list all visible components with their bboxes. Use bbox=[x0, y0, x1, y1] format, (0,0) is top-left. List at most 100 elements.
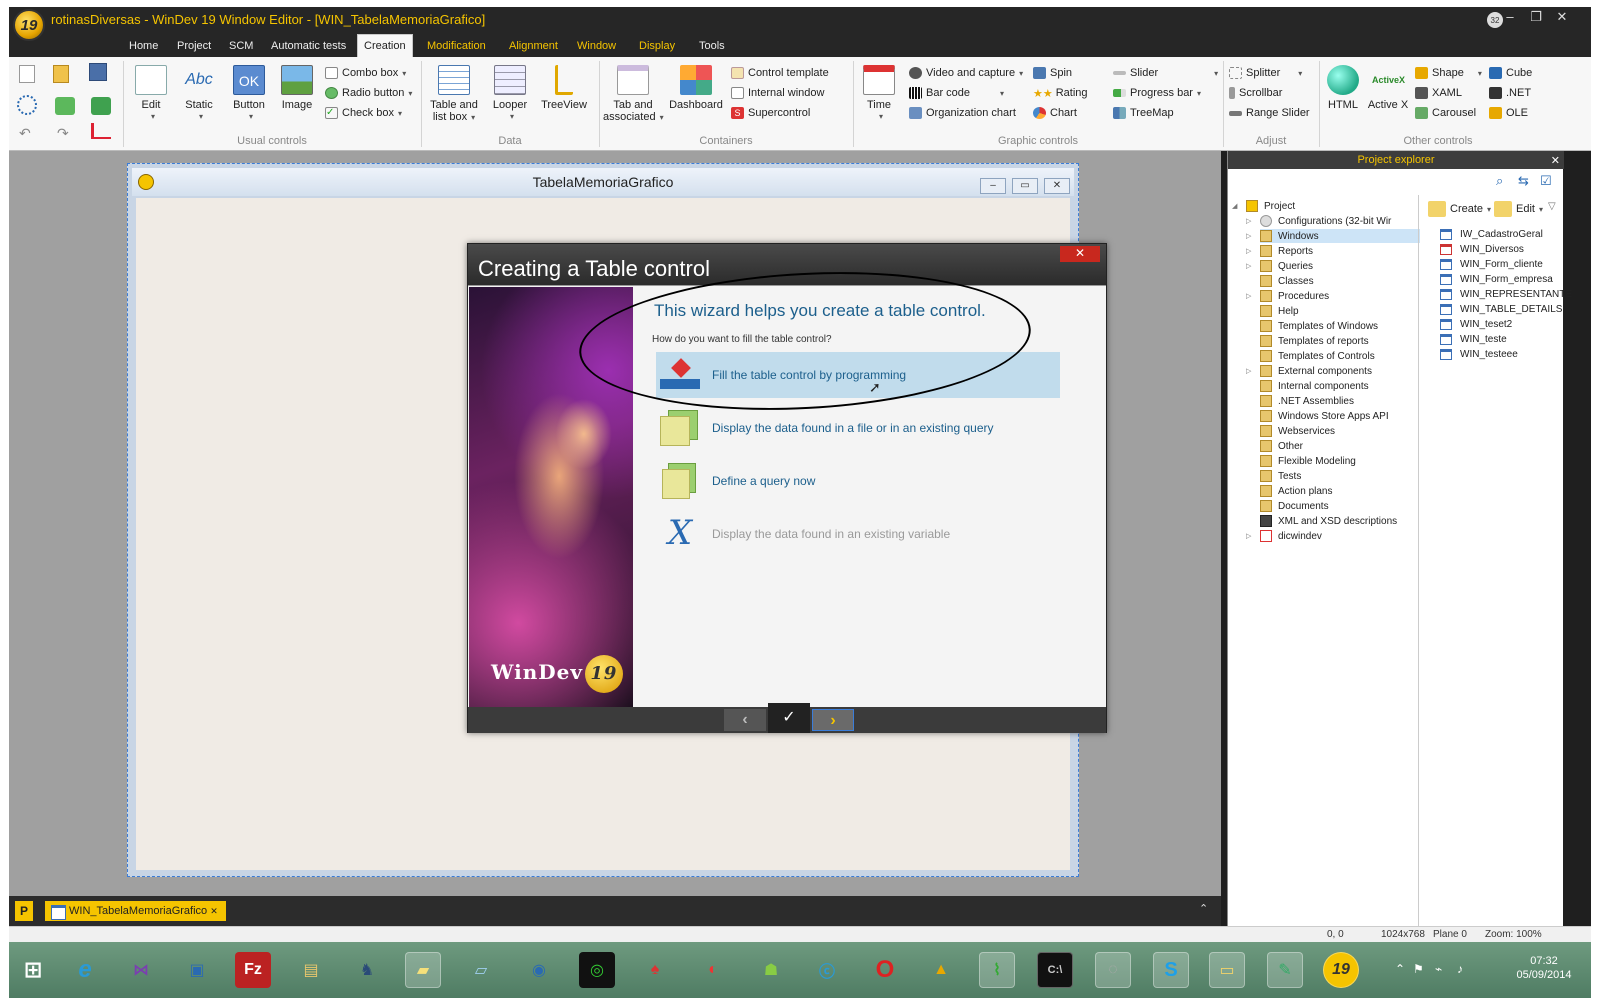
tree-item-configurations[interactable]: ▷ Configurations (32-bit Wir bbox=[1246, 214, 1391, 228]
undo-icon[interactable]: ↶ bbox=[19, 125, 31, 142]
chart-app-icon[interactable]: ⌇ bbox=[979, 952, 1015, 988]
wizard-close-button[interactable]: ✕ bbox=[1060, 246, 1100, 262]
tray-volume-icon[interactable]: ♪ bbox=[1457, 962, 1463, 976]
window-item[interactable]: WIN_Form_empresa bbox=[1440, 272, 1553, 286]
button-control-button[interactable]: OK Button ▾ bbox=[227, 65, 271, 123]
filter-icon[interactable]: ▽ bbox=[1548, 201, 1556, 212]
carousel-button[interactable]: Carousel bbox=[1415, 105, 1476, 121]
window-item[interactable]: WIN_teset2 bbox=[1440, 317, 1512, 331]
tree-item-dicwindev[interactable]: ▷ dicwindev bbox=[1246, 529, 1322, 543]
check-box-button[interactable]: ✓ Check box ▾ bbox=[325, 105, 402, 121]
windev-taskbar-icon[interactable]: 19 bbox=[1323, 952, 1359, 988]
android-icon[interactable]: ☗ bbox=[753, 952, 789, 988]
explorer-edit-button[interactable]: Edit ▾ bbox=[1494, 199, 1543, 219]
tree-icon[interactable] bbox=[91, 123, 111, 139]
command-prompt-icon[interactable]: C:\ bbox=[1037, 952, 1073, 988]
slider-button[interactable]: Slider ▾ bbox=[1113, 65, 1218, 81]
image-control-button[interactable]: Image bbox=[277, 65, 317, 111]
tab-close-icon[interactable]: ✕ bbox=[210, 906, 218, 916]
tree-item-net-assemblies[interactable]: .NET Assemblies bbox=[1260, 394, 1354, 408]
tab-scm[interactable]: SCM bbox=[223, 37, 259, 57]
tab-automatic-tests[interactable]: Automatic tests bbox=[265, 37, 352, 57]
rating-button[interactable]: ★★ Rating bbox=[1033, 85, 1088, 101]
radio-button-button[interactable]: Radio button ▾ bbox=[325, 85, 412, 101]
progress-bar-button[interactable]: Progress bar ▾ bbox=[1113, 85, 1201, 101]
design-maximize-button[interactable]: ▭ bbox=[1012, 178, 1038, 194]
tree-item-help[interactable]: Help bbox=[1260, 304, 1299, 318]
skype-icon[interactable]: S bbox=[1153, 952, 1189, 988]
range-slider-button[interactable]: Range Slider bbox=[1229, 105, 1310, 121]
option-file-or-query[interactable]: Display the data found in a file or in a… bbox=[656, 405, 1060, 451]
save-icon[interactable] bbox=[89, 63, 107, 81]
explorer-folder-icon[interactable]: ▭ bbox=[1209, 952, 1245, 988]
tree-item-external-components[interactable]: ▷ External components bbox=[1246, 364, 1372, 378]
design-close-button[interactable]: ✕ bbox=[1044, 178, 1070, 194]
pdf-reader-icon[interactable]: ♠ bbox=[637, 952, 673, 988]
window-item[interactable]: WIN_Form_cliente bbox=[1440, 257, 1543, 271]
windev-logo-icon[interactable]: 19 bbox=[13, 9, 45, 41]
go-project-icon[interactable] bbox=[91, 97, 111, 115]
opera-icon[interactable]: O bbox=[867, 952, 903, 988]
table-list-box-button[interactable]: Table and list box ▾ bbox=[425, 65, 483, 124]
tree-item-templates-windows[interactable]: Templates of Windows bbox=[1260, 319, 1378, 333]
tree-item-action-plans[interactable]: Action plans bbox=[1260, 484, 1332, 498]
project-pane-button[interactable]: P bbox=[15, 901, 33, 921]
back-button[interactable]: ‹ bbox=[724, 709, 766, 731]
file-manager-icon[interactable]: ▤ bbox=[293, 952, 329, 988]
explorer-options-icon[interactable]: ☑ bbox=[1540, 173, 1556, 189]
notepad-icon[interactable]: ▱ bbox=[463, 952, 499, 988]
postgresql-icon[interactable]: ♞ bbox=[349, 952, 385, 988]
messenger-icon[interactable]: ◉ bbox=[521, 952, 557, 988]
next-button[interactable]: › bbox=[812, 709, 854, 731]
document-tab-win-tabelamemoriagrafico[interactable]: WIN_TabelaMemoriaGrafico ✕ bbox=[45, 901, 226, 921]
explorer-close-icon[interactable]: ✕ bbox=[1551, 152, 1560, 170]
time-button[interactable]: Time ▾ bbox=[859, 65, 899, 123]
tree-item-templates-reports[interactable]: Templates of reports bbox=[1260, 334, 1369, 348]
sticky-notes-icon[interactable]: ▰ bbox=[405, 952, 441, 988]
window-item[interactable]: WIN_teste bbox=[1440, 332, 1507, 346]
dashboard-button[interactable]: Dashboard bbox=[667, 65, 725, 111]
supercontrol-button[interactable]: S Supercontrol bbox=[731, 105, 810, 121]
window-item[interactable]: WIN_testeee bbox=[1440, 347, 1518, 361]
looper-button[interactable]: Looper ▾ bbox=[487, 65, 533, 123]
chrome-icon[interactable]: ◐ bbox=[695, 952, 731, 988]
chevron-up-icon[interactable]: ⌃ bbox=[1199, 902, 1208, 915]
html-button[interactable]: HTML bbox=[1325, 65, 1361, 111]
close-button[interactable]: ✕ bbox=[1551, 9, 1573, 27]
redo-icon[interactable]: ↷ bbox=[57, 125, 69, 142]
internet-explorer-icon[interactable]: e bbox=[67, 952, 103, 988]
combo-box-button[interactable]: Combo box ▾ bbox=[325, 65, 406, 81]
tree-item-reports[interactable]: ▷ Reports bbox=[1246, 244, 1313, 258]
tree-item-classes[interactable]: Classes bbox=[1260, 274, 1314, 288]
tree-item-templates-controls[interactable]: Templates of Controls bbox=[1260, 349, 1375, 363]
tree-item-windows[interactable]: ▷ Windows bbox=[1246, 229, 1420, 243]
tray-flag-icon[interactable]: ⚑ bbox=[1413, 962, 1424, 976]
treemap-button[interactable]: TreeMap bbox=[1113, 105, 1174, 121]
tree-item-project[interactable]: ◢ Project bbox=[1232, 199, 1295, 213]
xaml-button[interactable]: XAML bbox=[1415, 85, 1462, 101]
activex-button[interactable]: ActiveX Active X bbox=[1365, 65, 1411, 111]
tree-item-flexible-modeling[interactable]: Flexible Modeling bbox=[1260, 454, 1356, 468]
tab-creation[interactable]: Creation bbox=[357, 34, 413, 57]
start-button-icon[interactable]: ⊞ bbox=[15, 952, 51, 988]
refresh-icon[interactable] bbox=[17, 95, 37, 115]
restore-button[interactable]: ❐ bbox=[1525, 9, 1547, 27]
explorer-search-icon[interactable]: ⌕ bbox=[1496, 173, 1512, 189]
window-item[interactable]: WIN_TABLE_DETAILS bbox=[1440, 302, 1562, 316]
finish-button[interactable]: ✓ bbox=[768, 703, 810, 733]
new-icon[interactable] bbox=[19, 65, 35, 83]
video-capture-button[interactable]: Video and capture ▾ bbox=[909, 65, 1023, 81]
tree-item-internal-components[interactable]: Internal components bbox=[1260, 379, 1369, 393]
vlc-icon[interactable]: ▲ bbox=[923, 952, 959, 988]
tree-item-procedures[interactable]: ▷ Procedures bbox=[1246, 289, 1329, 303]
shape-button[interactable]: Shape ▾ bbox=[1415, 65, 1482, 81]
tab-home[interactable]: Home bbox=[123, 37, 164, 57]
spin-button[interactable]: Spin bbox=[1033, 65, 1072, 81]
tree-item-queries[interactable]: ▷ Queries bbox=[1246, 259, 1313, 273]
tab-project[interactable]: Project bbox=[171, 37, 217, 57]
internal-window-button[interactable]: Internal window bbox=[731, 85, 824, 101]
organization-chart-button[interactable]: Organization chart bbox=[909, 105, 1016, 121]
explorer-sync-icon[interactable]: ⇆ bbox=[1518, 173, 1534, 189]
dotnet-button[interactable]: .NET bbox=[1489, 85, 1531, 101]
tray-network-icon[interactable]: ⌁ bbox=[1435, 962, 1442, 976]
